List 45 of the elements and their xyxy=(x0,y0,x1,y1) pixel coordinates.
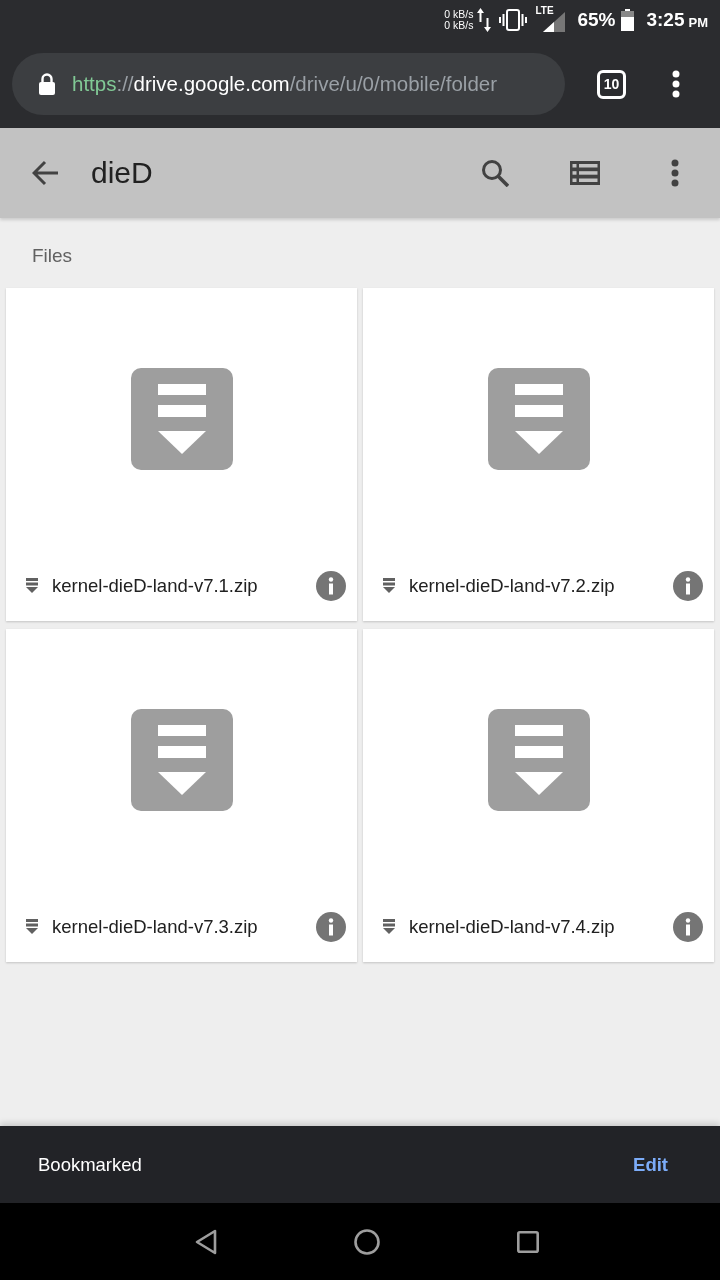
bookmarked-label: Bookmarked xyxy=(38,1153,142,1176)
battery-icon xyxy=(621,9,635,31)
info-icon[interactable] xyxy=(316,911,346,942)
back-icon[interactable] xyxy=(194,1228,217,1255)
lock-icon xyxy=(39,73,55,95)
edit-link[interactable]: Edit xyxy=(633,1153,668,1176)
home-icon[interactable] xyxy=(354,1228,380,1255)
data-transfer-icon xyxy=(477,8,492,32)
download-speed: 0 kB/s xyxy=(444,20,474,31)
zip-file-icon xyxy=(26,919,38,934)
list-view-icon[interactable] xyxy=(570,161,600,185)
back-arrow-icon[interactable] xyxy=(32,160,59,186)
file-card[interactable]: kernel-dieD-land-v7.2.zip xyxy=(363,288,714,621)
zip-file-thumbnail-icon xyxy=(487,368,590,470)
info-icon[interactable] xyxy=(316,570,346,601)
file-name: kernel-dieD-land-v7.3.zip xyxy=(52,915,259,938)
file-card[interactable]: kernel-dieD-land-v7.3.zip xyxy=(6,629,357,962)
info-icon[interactable] xyxy=(673,911,703,942)
zip-file-icon xyxy=(26,578,38,593)
more-options-icon[interactable] xyxy=(672,70,680,98)
url-text: https://drive.google.com/drive/u/0/mobile/folder xyxy=(72,72,498,96)
search-icon[interactable] xyxy=(481,159,509,187)
signal-icon xyxy=(543,12,566,32)
file-card[interactable]: kernel-dieD-land-v7.1.zip xyxy=(6,288,357,621)
file-name: kernel-dieD-land-v7.2.zip xyxy=(409,574,616,597)
network-type: LTE xyxy=(535,6,554,16)
address-bar[interactable]: https://drive.google.com/drive/u/0/mobile/folder xyxy=(12,53,565,115)
zip-file-thumbnail-icon xyxy=(487,709,590,811)
clock-time: 3:25 xyxy=(646,9,685,31)
upload-speed: 0 kB/s xyxy=(444,9,474,20)
zip-file-icon xyxy=(383,919,395,934)
battery-level: 65% xyxy=(577,9,616,31)
file-name: kernel-dieD-land-v7.1.zip xyxy=(52,574,259,597)
tab-switcher-button[interactable]: 10 xyxy=(597,69,626,99)
clock-meridiem: PM xyxy=(688,14,708,30)
recent-apps-icon[interactable] xyxy=(517,1230,540,1253)
zip-file-thumbnail-icon xyxy=(130,368,233,470)
info-icon[interactable] xyxy=(673,570,703,601)
vibrate-icon xyxy=(499,9,528,31)
folder-title: dieD xyxy=(91,156,154,190)
file-card[interactable]: kernel-dieD-land-v7.4.zip xyxy=(363,629,714,962)
file-name: kernel-dieD-land-v7.4.zip xyxy=(409,915,616,938)
zip-file-icon xyxy=(383,578,395,593)
section-heading: Files xyxy=(31,244,74,268)
zip-file-thumbnail-icon xyxy=(130,709,233,811)
